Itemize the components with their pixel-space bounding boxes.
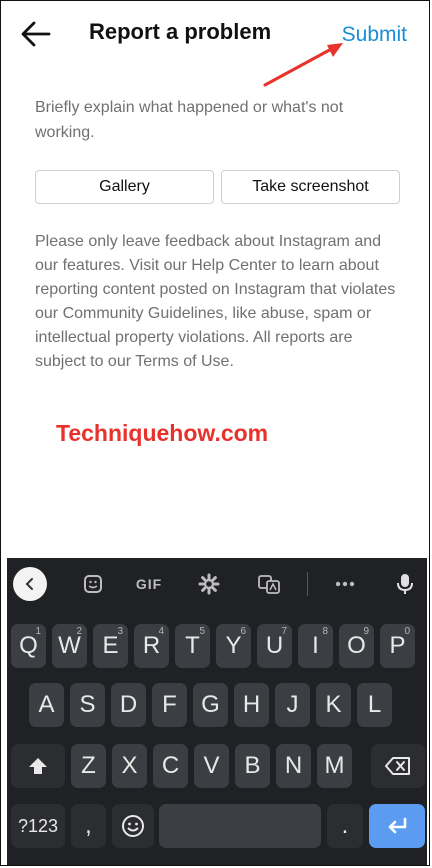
key-e[interactable]: E3 [93, 624, 128, 668]
shift-icon [29, 758, 47, 774]
key-p[interactable]: P0 [380, 624, 415, 668]
gear-icon[interactable] [193, 568, 225, 600]
top-bar: Report a problem Submit [1, 1, 429, 87]
on-screen-keyboard: GIF Q1 W2 E3 R4 T5 Y6 U7 I8 O9 P0 A S D … [7, 558, 427, 865]
comma-key[interactable]: , [71, 804, 106, 848]
key-h[interactable]: H [234, 683, 269, 727]
keyboard-toolbar: GIF [7, 558, 427, 610]
key-c[interactable]: C [153, 744, 188, 788]
backspace-key[interactable] [371, 744, 425, 788]
key-m[interactable]: M [317, 744, 352, 788]
period-key[interactable]: . [327, 804, 363, 848]
key-r[interactable]: R4 [134, 624, 169, 668]
gif-button[interactable]: GIF [131, 568, 167, 600]
back-arrow-icon[interactable] [19, 19, 53, 49]
take-screenshot-button[interactable]: Take screenshot [221, 170, 400, 204]
more-icon[interactable] [329, 568, 361, 600]
symbols-key[interactable]: ?123 [11, 804, 65, 848]
key-j[interactable]: J [275, 683, 310, 727]
key-i[interactable]: I8 [298, 624, 333, 668]
translate-icon[interactable] [253, 568, 285, 600]
key-q[interactable]: Q1 [11, 624, 46, 668]
backspace-icon [385, 757, 410, 775]
chevron-left-icon[interactable] [13, 567, 47, 601]
key-d[interactable]: D [111, 683, 146, 727]
key-k[interactable]: K [316, 683, 351, 727]
key-u[interactable]: U7 [257, 624, 292, 668]
enter-icon [388, 817, 407, 834]
description-placeholder[interactable]: Briefly explain what happened or what's … [35, 95, 375, 145]
feedback-notice: Please only leave feedback about Instagr… [35, 233, 396, 370]
key-b[interactable]: B [235, 744, 270, 788]
key-z[interactable]: Z [71, 744, 106, 788]
watermark: Techniquehow.com [56, 420, 269, 446]
space-bar[interactable] [159, 804, 321, 848]
toolbar-divider [307, 572, 308, 596]
submit-button[interactable]: Submit [342, 23, 407, 47]
emoji-key[interactable] [112, 804, 154, 848]
key-a[interactable]: A [29, 683, 64, 727]
key-t[interactable]: T5 [175, 624, 210, 668]
key-g[interactable]: G [193, 683, 228, 727]
key-x[interactable]: X [112, 744, 147, 788]
key-o[interactable]: O9 [339, 624, 374, 668]
app-frame: Report a problem Submit Briefly explain … [0, 0, 430, 866]
key-l[interactable]: L [357, 683, 392, 727]
sticker-icon[interactable] [77, 568, 109, 600]
emoji-icon [122, 815, 144, 837]
key-f[interactable]: F [152, 683, 187, 727]
gallery-button[interactable]: Gallery [35, 170, 214, 204]
key-w[interactable]: W2 [52, 624, 87, 668]
page-title: Report a problem [89, 19, 272, 44]
key-v[interactable]: V [194, 744, 229, 788]
annotation-arrow-icon [263, 43, 343, 87]
key-y[interactable]: Y6 [216, 624, 251, 668]
key-n[interactable]: N [276, 744, 311, 788]
key-s[interactable]: S [70, 683, 105, 727]
shift-key[interactable] [11, 744, 65, 788]
enter-key[interactable] [369, 804, 425, 848]
mic-icon[interactable] [389, 568, 421, 600]
